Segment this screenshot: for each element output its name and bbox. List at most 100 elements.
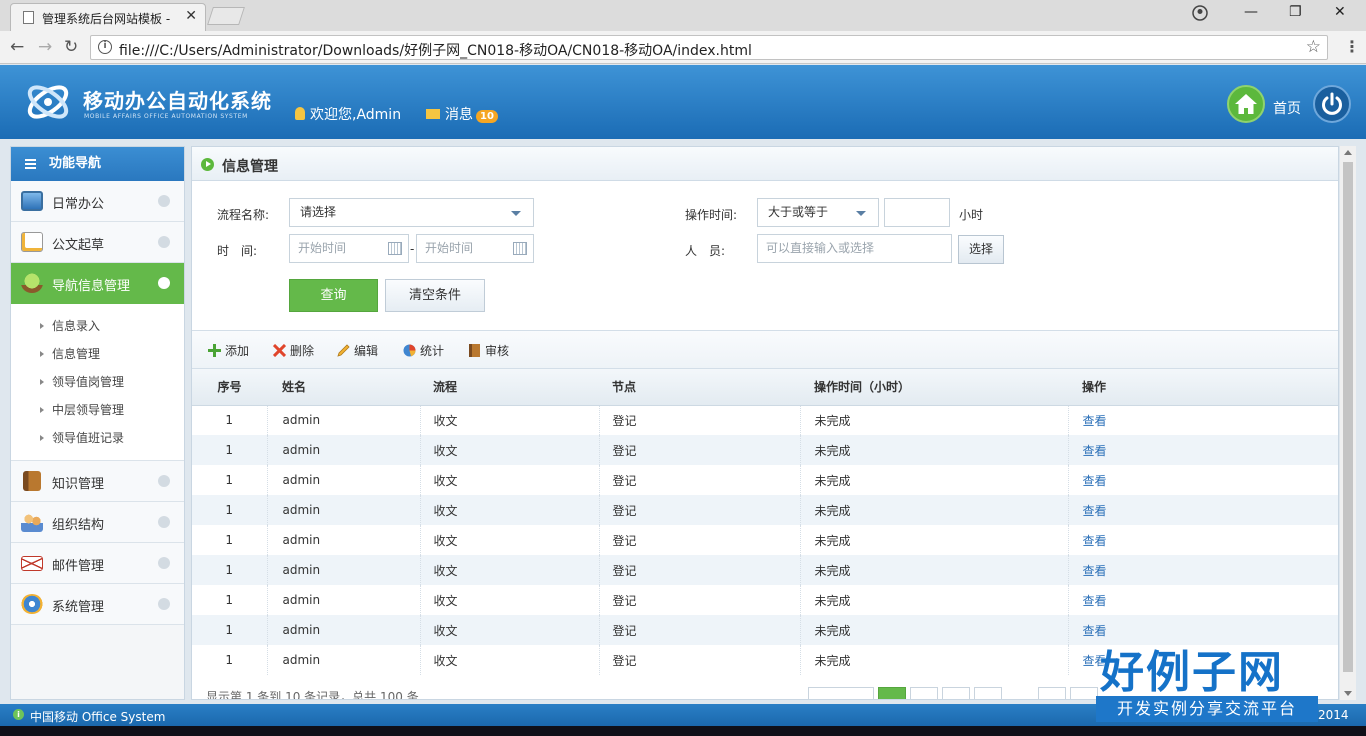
query-button[interactable]: 查询: [289, 279, 378, 312]
app-subtitle: MOBILE AFFAIRS OFFICE AUTOMATION SYSTEM: [84, 113, 248, 120]
home-button[interactable]: [1227, 85, 1265, 123]
cell-time: 未完成: [800, 615, 1069, 645]
cell-name: admin: [267, 435, 421, 465]
submenu-item-info-management[interactable]: 信息管理: [11, 340, 184, 368]
cell-time: 未完成: [800, 405, 1069, 435]
bookmark-star-icon[interactable]: ☆: [1306, 37, 1321, 57]
close-window-icon[interactable]: ✕: [1334, 4, 1346, 20]
pagination-prev-button[interactable]: [808, 687, 874, 699]
cell-flow: 收文: [420, 615, 600, 645]
welcome-user[interactable]: 欢迎您,Admin: [295, 104, 401, 124]
table-row: 1 admin 收文 登记 未完成 查看: [192, 405, 1338, 435]
submenu-item-leader-duty-management[interactable]: 领导值岗管理: [11, 368, 184, 396]
delete-button[interactable]: 删除: [273, 342, 314, 359]
person-input[interactable]: 可以直接输入或选择: [757, 234, 952, 263]
add-button[interactable]: 添加: [208, 342, 249, 359]
calendar-icon[interactable]: [388, 242, 402, 255]
column-header-no[interactable]: 序号: [192, 369, 267, 406]
start-time-input[interactable]: 开始时间: [289, 234, 409, 263]
operation-time-select[interactable]: 大于或等于: [757, 198, 879, 227]
hours-input[interactable]: [884, 198, 950, 227]
forward-arrow-icon[interactable]: →: [38, 37, 52, 57]
scroll-down-arrow-icon[interactable]: [1344, 691, 1352, 696]
profile-icon[interactable]: [1192, 5, 1208, 21]
pagination-page-button[interactable]: [942, 687, 970, 699]
sidebar-item-mail-management[interactable]: 邮件管理: [11, 543, 184, 584]
view-link[interactable]: 查看: [1083, 414, 1107, 428]
view-link[interactable]: 查看: [1083, 474, 1107, 488]
submenu-item-leader-duty-records[interactable]: 领导值班记录: [11, 424, 184, 452]
view-link[interactable]: 查看: [1083, 444, 1107, 458]
browser-menu-icon[interactable]: ⋮: [1344, 37, 1360, 56]
delete-x-icon: [273, 344, 286, 357]
clear-conditions-button[interactable]: 清空条件: [385, 279, 485, 312]
column-header-operation[interactable]: 操作: [1068, 369, 1338, 406]
review-button[interactable]: 审核: [468, 342, 509, 359]
browser-tab[interactable]: 管理系统后台网站模板 - ✕: [10, 3, 206, 31]
list-icon: [25, 159, 36, 169]
pagination-last-button[interactable]: [1070, 687, 1098, 699]
cell-flow: 收文: [420, 495, 600, 525]
sidebar-item-knowledge-management[interactable]: 知识管理: [11, 461, 184, 502]
close-tab-icon[interactable]: ✕: [185, 8, 197, 24]
sidebar-item-nav-info-management[interactable]: 导航信息管理: [11, 263, 184, 304]
edit-button[interactable]: 编辑: [337, 342, 378, 359]
sidebar-item-org-structure[interactable]: 组织结构: [11, 502, 184, 543]
flow-name-select[interactable]: 请选择: [289, 198, 534, 227]
table-row: 1 admin 收文 登记 未完成 查看: [192, 495, 1338, 525]
scroll-up-arrow-icon[interactable]: [1344, 150, 1352, 155]
cell-no: 1: [192, 525, 268, 555]
page-scrollbar[interactable]: [1340, 146, 1356, 700]
logout-button[interactable]: [1313, 85, 1351, 123]
url-input[interactable]: i file:///C:/Users/Administrator/Downloa…: [90, 35, 1328, 60]
person-placeholder: 可以直接输入或选择: [766, 241, 875, 255]
home-label[interactable]: 首页: [1273, 98, 1301, 118]
cell-time: 未完成: [800, 645, 1069, 675]
cell-no: 1: [192, 555, 268, 585]
end-time-input[interactable]: 开始时间: [416, 234, 534, 263]
cell-no: 1: [192, 585, 268, 615]
sidebar-item-label: 导航信息管理: [52, 279, 131, 294]
sidebar-item-document-draft[interactable]: 公文起草: [11, 222, 184, 263]
messages-link[interactable]: 消息 10: [426, 104, 498, 124]
submenu-item-info-entry[interactable]: 信息录入: [11, 312, 184, 340]
chevron-right-icon: [158, 598, 170, 610]
stats-label: 统计: [420, 344, 445, 358]
sidebar-item-daily-office[interactable]: 日常办公: [11, 181, 184, 222]
sidebar-title-text: 功能导航: [49, 156, 102, 171]
column-header-node[interactable]: 节点: [599, 369, 800, 406]
person-label: 人 员:: [685, 244, 726, 258]
pagination-next-button[interactable]: [1038, 687, 1066, 699]
stats-button[interactable]: 统计: [403, 342, 444, 359]
pagination-page-button[interactable]: [974, 687, 1002, 699]
scrollbar-thumb[interactable]: [1343, 162, 1353, 672]
address-bar-row: ← → ↻ i file:///C:/Users/Administrator/D…: [0, 31, 1366, 64]
maximize-window-icon[interactable]: ❐: [1289, 4, 1302, 20]
pagination-page-current[interactable]: [878, 687, 906, 699]
calendar-icon[interactable]: [513, 242, 527, 255]
new-tab-button[interactable]: [207, 7, 245, 25]
column-header-operation-time[interactable]: 操作时间（小时）: [800, 369, 1068, 406]
view-link[interactable]: 查看: [1083, 534, 1107, 548]
column-header-name[interactable]: 姓名: [267, 369, 420, 406]
submenu-item-middle-leader-management[interactable]: 中层领导管理: [11, 396, 184, 424]
view-link[interactable]: 查看: [1083, 594, 1107, 608]
table-row: 1 admin 收文 登记 未完成 查看: [192, 585, 1338, 615]
choose-person-button[interactable]: 选择: [958, 235, 1004, 264]
back-arrow-icon[interactable]: ←: [10, 37, 24, 57]
power-icon: [1322, 92, 1342, 115]
reload-icon[interactable]: ↻: [64, 37, 78, 57]
sidebar-item-label: 组织结构: [52, 518, 105, 533]
app-title: 移动办公自动化系统: [83, 89, 272, 113]
mail-icon: [21, 556, 43, 571]
chevron-down-icon: [158, 277, 170, 289]
column-header-flow[interactable]: 流程: [420, 369, 599, 406]
view-link[interactable]: 查看: [1083, 504, 1107, 518]
cell-no: 1: [192, 405, 268, 435]
minimize-window-icon[interactable]: —: [1244, 4, 1258, 20]
view-link[interactable]: 查看: [1083, 564, 1107, 578]
sidebar-item-system-management[interactable]: 系统管理: [11, 584, 184, 625]
site-info-icon[interactable]: i: [98, 40, 112, 54]
pagination-page-button[interactable]: [910, 687, 938, 699]
hours-unit-label: 小时: [959, 208, 984, 222]
